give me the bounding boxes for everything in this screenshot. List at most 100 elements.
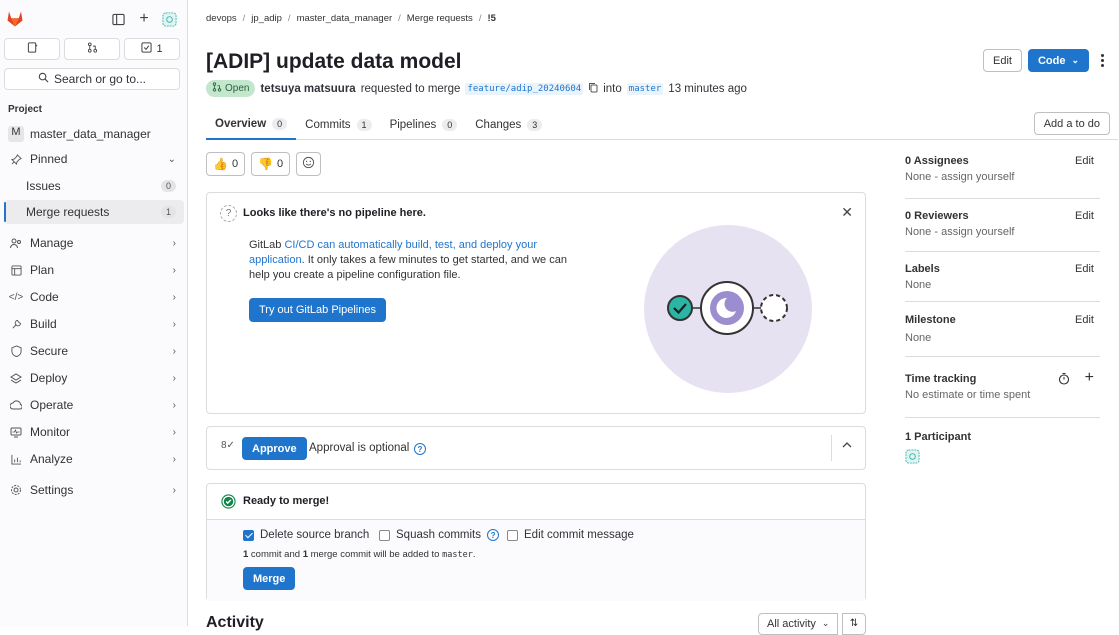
sort-icon: ⇅ (849, 618, 859, 629)
user-avatar[interactable] (161, 11, 177, 27)
tab-count: 3 (527, 119, 543, 131)
thumbsdown-button[interactable]: 👎 0 (251, 152, 291, 176)
checkbox[interactable] (379, 529, 390, 541)
issues-quick-button[interactable] (4, 38, 60, 60)
merge-requests-quick-button[interactable] (64, 38, 120, 60)
edit-commit-message-option[interactable]: Edit commit message (507, 529, 634, 541)
thumbsup-button[interactable]: 👍 0 (206, 152, 246, 176)
project-link[interactable]: M master_data_manager (4, 122, 184, 146)
activity-filter-dropdown[interactable]: All activity ⌄ (758, 613, 839, 635)
sidebar-item-code[interactable]: </> Code › (4, 285, 184, 309)
try-pipelines-button[interactable]: Try out GitLab Pipelines (249, 298, 386, 322)
merge-button[interactable]: Merge (243, 567, 296, 590)
tab-changes[interactable]: Changes 3 (466, 110, 551, 140)
sidebar-item-operate[interactable]: Operate › (4, 393, 184, 417)
sidebar-item-settings[interactable]: Settings › (4, 478, 184, 502)
target-branch[interactable]: master (626, 82, 664, 95)
labels-edit-link[interactable]: Edit (1075, 263, 1094, 275)
plan-icon (8, 264, 24, 276)
approve-button[interactable]: Approve (242, 437, 307, 460)
mr-meta: Open tetsuya matsuura requested to merge… (206, 80, 747, 97)
sidebar-toggle-icon[interactable] (111, 12, 125, 26)
manage-label: Manage (30, 236, 74, 250)
build-label: Build (30, 317, 57, 331)
status-label: Open (225, 83, 250, 94)
sidebar-item-analyze[interactable]: Analyze › (4, 447, 184, 471)
tab-commits[interactable]: Commits 1 (296, 110, 380, 140)
sidebar-item-secure[interactable]: Secure › (4, 339, 184, 363)
tab-count: 0 (272, 118, 288, 130)
more-actions-icon[interactable] (1095, 49, 1109, 72)
checkbox[interactable] (507, 529, 518, 541)
sidebar-item-plan[interactable]: Plan › (4, 258, 184, 282)
plus-icon[interactable]: + (137, 10, 151, 27)
deploy-label: Deploy (30, 371, 68, 385)
search-button[interactable]: Search or go to... (4, 68, 180, 90)
gitlab-logo[interactable] (6, 10, 24, 28)
project-avatar: M (8, 126, 24, 142)
assignees-edit-link[interactable]: Edit (1075, 155, 1094, 167)
milestone-edit-link[interactable]: Edit (1075, 314, 1094, 326)
copy-icon[interactable] (588, 82, 598, 96)
tab-label: Changes (475, 119, 522, 131)
question-icon[interactable]: ? (487, 529, 500, 541)
time-tracking-section: Time tracking No estimate or time spent … (905, 369, 1100, 418)
requested-text: requested to merge (360, 82, 461, 95)
stopwatch-icon[interactable] (1058, 372, 1070, 388)
monitor-icon (8, 427, 24, 438)
question-icon[interactable]: ? (414, 443, 426, 455)
merge-requests-count: 1 (160, 206, 176, 218)
plus-icon[interactable]: + (1085, 369, 1094, 387)
tab-pipelines[interactable]: Pipelines 0 (381, 110, 467, 140)
chevron-right-icon: › (172, 318, 176, 330)
author-link[interactable]: tetsuya matsuura (260, 83, 355, 95)
sidebar-item-manage[interactable]: Manage › (4, 231, 184, 255)
body-text: GitLab (249, 239, 285, 251)
sidebar-item-merge-requests[interactable]: Merge requests 1 (4, 200, 184, 224)
chevron-down-icon: ⌄ (1071, 55, 1079, 65)
breadcrumb-item[interactable]: master_data_manager (297, 13, 393, 24)
code-dropdown-button[interactable]: Code ⌄ (1027, 49, 1089, 72)
add-reaction-button[interactable] (296, 152, 322, 176)
sort-direction-button[interactable]: ⇅ (842, 613, 866, 635)
pinned-section-toggle[interactable]: Pinned ⌄ (4, 147, 184, 171)
merge-requests-label: Merge requests (26, 205, 110, 219)
add-todo-button[interactable]: Add a to do (1033, 112, 1110, 135)
chevron-up-icon[interactable] (841, 439, 855, 453)
sidebar-item-issues[interactable]: Issues 0 (4, 174, 184, 198)
sidebar-item-deploy[interactable]: Deploy › (4, 366, 184, 390)
tab-overview[interactable]: Overview 0 (206, 110, 297, 140)
sidebar-item-build[interactable]: Build › (4, 312, 184, 336)
participant-avatar[interactable] (905, 449, 921, 465)
reviewers-value[interactable]: None - assign yourself (905, 226, 1100, 238)
assignees-value[interactable]: None - assign yourself (905, 171, 1100, 183)
milestone-section: Milestone None Edit (905, 314, 1100, 357)
merge-card: Ready to merge! Delete source branch Squ… (206, 483, 866, 601)
chevron-down-icon: ⌄ (821, 618, 830, 628)
squash-commits-option[interactable]: Squash commits? (379, 529, 500, 541)
reviewers-edit-link[interactable]: Edit (1075, 210, 1094, 222)
source-branch[interactable]: feature/adip_20240604 (465, 82, 584, 95)
divider (831, 435, 832, 461)
labels-section: Labels None Edit (905, 263, 1100, 302)
edit-button[interactable]: Edit (982, 49, 1022, 72)
breadcrumb-item[interactable]: Merge requests (407, 13, 473, 24)
chevron-right-icon: › (172, 399, 176, 411)
chevron-right-icon: › (172, 453, 176, 465)
build-icon (8, 319, 24, 330)
pipeline-card-heading: Looks like there's no pipeline here. (243, 207, 426, 219)
sidebar-item-monitor[interactable]: Monitor › (4, 420, 184, 444)
todos-quick-button[interactable]: 1 (124, 38, 180, 60)
close-icon[interactable]: ✕ (841, 204, 853, 221)
check-circle-icon (221, 494, 236, 512)
breadcrumb-item[interactable]: devops (206, 13, 237, 24)
chevron-right-icon: › (172, 291, 176, 303)
issues-count: 0 (160, 180, 176, 192)
breadcrumb-item[interactable]: !5 (487, 13, 495, 24)
checkbox-checked[interactable] (243, 529, 254, 541)
delete-source-branch-option[interactable]: Delete source branch (243, 529, 369, 541)
breadcrumb-separator: / (287, 13, 291, 24)
pipeline-illustration (644, 225, 812, 393)
breadcrumb-item[interactable]: jp_adip (251, 13, 282, 24)
gear-icon (8, 484, 24, 496)
